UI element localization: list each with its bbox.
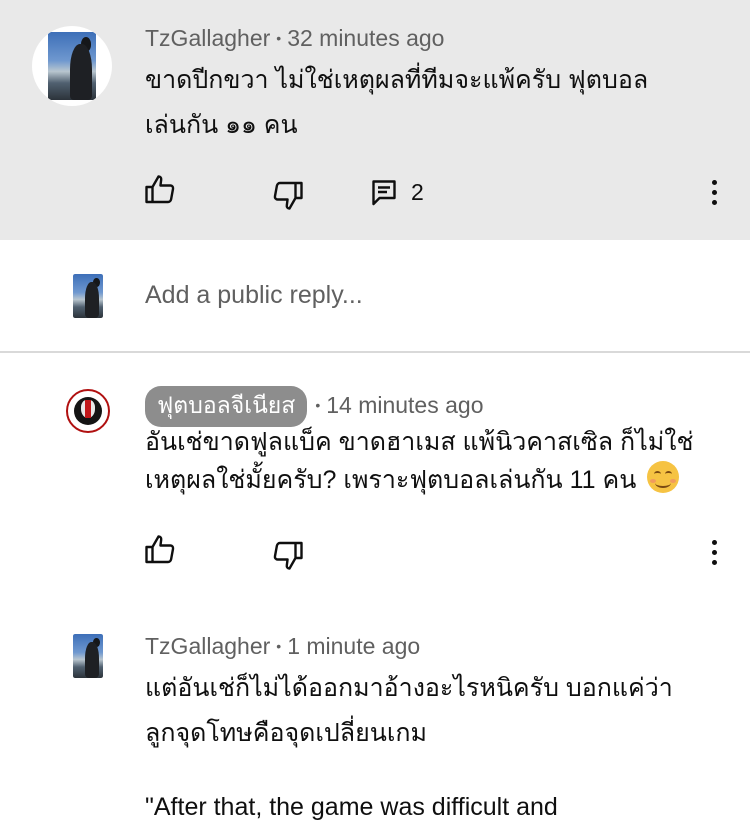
avatar[interactable] <box>73 634 103 678</box>
comment-meta: ฟุตบอลจีเนียส • 14 minutes ago <box>145 386 484 427</box>
comment-text: อันเช่ขาดฟูลแบ็ค ขาดฮาเมส แพ้นิวคาสเซิล … <box>145 424 735 499</box>
avatar[interactable] <box>66 389 110 433</box>
more-options-button[interactable] <box>708 538 720 568</box>
dislike-button[interactable] <box>270 537 306 573</box>
comment-meta: TzGallagher • 32 minutes ago <box>145 25 444 52</box>
comment-text-line: เล่นกัน ๑๑ คน <box>145 111 298 139</box>
comment-text-line: แต่อันเช่ก็ไม่ได้ออกมาอ้างอะไรหนิครับ บอ… <box>145 674 673 702</box>
more-options-button[interactable] <box>708 178 720 208</box>
comment-icon <box>372 180 396 206</box>
like-button[interactable] <box>142 532 178 568</box>
more-vertical-icon <box>712 540 717 545</box>
separator-dot: • <box>276 30 282 46</box>
separator-dot: • <box>315 397 321 413</box>
comment-text-line: ขาดปีกขวา ไม่ใช่เหตุผลที่ทีมจะแพ้ครับ ฟุ… <box>145 66 649 94</box>
dislike-button[interactable] <box>270 177 306 213</box>
channel-owner-badge[interactable]: ฟุตบอลจีเนียส <box>145 386 308 427</box>
smiling-face-emoji <box>647 461 680 493</box>
current-user-avatar <box>73 274 103 318</box>
comment-text-line: อันเช่ขาดฟูลแบ็ค ขาดฮาเมส แพ้นิวคาสเซิล … <box>145 428 694 456</box>
comment-text-line: "After that, the game was difficult and <box>145 793 558 821</box>
comment-meta: TzGallagher • 1 minute ago <box>145 633 420 660</box>
separator-dot: • <box>276 638 282 654</box>
comment-time[interactable]: 1 minute ago <box>287 633 420 659</box>
divider <box>0 351 750 353</box>
comment-text-line: ลูกจุดโทษคือจุดเปลี่ยนเกม <box>145 719 427 747</box>
comment-text-line: เหตุผลใช่มั้ยครับ? เพราะฟุตบอลเล่นกัน 11… <box>145 461 735 499</box>
more-vertical-icon <box>712 180 717 185</box>
thumbs-down-icon <box>273 181 303 210</box>
comment-text: ขาดปีกขวา ไม่ใช่เหตุผลที่ทีมจะแพ้ครับ ฟุ… <box>145 58 725 148</box>
reply-input[interactable]: Add a public reply... <box>145 281 363 310</box>
comment-text: แต่อันเช่ก็ไม่ได้ออกมาอ้างอะไรหนิครับ บอ… <box>145 666 735 830</box>
thumbs-up-icon <box>145 535 175 564</box>
comment-author[interactable]: TzGallagher <box>145 633 270 659</box>
comment-author[interactable]: TzGallagher <box>145 25 270 51</box>
avatar[interactable] <box>32 26 112 106</box>
comment-time[interactable]: 14 minutes ago <box>326 392 483 418</box>
replies-button[interactable] <box>366 174 402 210</box>
like-button[interactable] <box>142 172 178 208</box>
thumbs-down-icon <box>273 541 303 570</box>
comment-time[interactable]: 32 minutes ago <box>287 25 444 51</box>
thumbs-up-icon <box>145 175 175 204</box>
reply-count[interactable]: 2 <box>411 179 424 206</box>
